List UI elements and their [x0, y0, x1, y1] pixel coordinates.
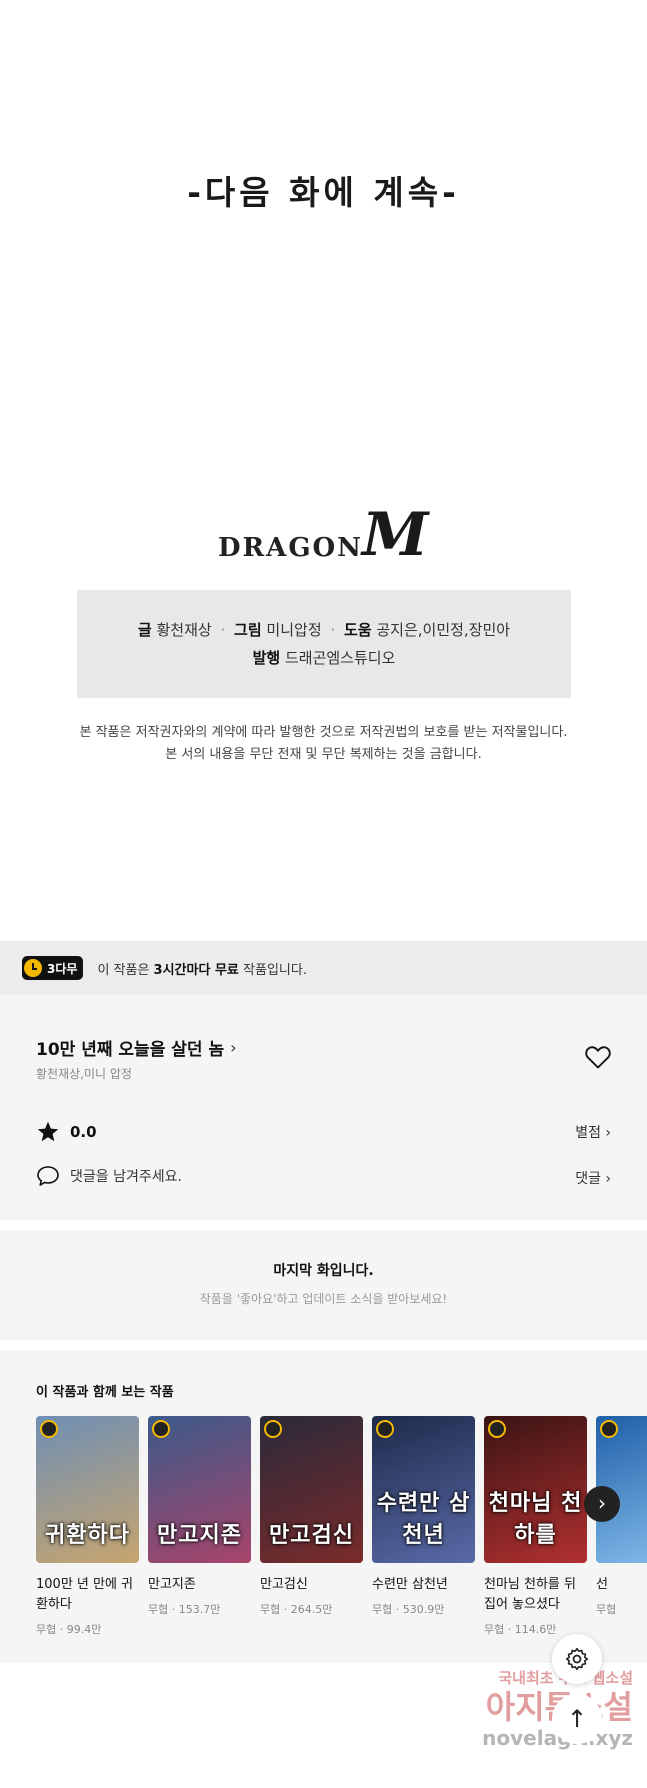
logo-m-glyph: M [362, 500, 429, 570]
artist-name: 미니압정 [266, 621, 322, 639]
card-meta: 무협 · 530.9만 [372, 1603, 445, 1616]
cover-caption: 귀환하다 [45, 1523, 130, 1548]
card-meta: 무협 · 153.7만 [148, 1603, 221, 1616]
free-banner-text: 이 작품은 3시간마다 무료 작품입니다. [97, 959, 307, 978]
writer-label: 글 [137, 621, 152, 639]
scroll-top-button[interactable]: ↑ [552, 1694, 602, 1744]
comment-row[interactable]: 댓글을 남겨주세요. [36, 1165, 182, 1187]
assist-label: 도움 [343, 621, 372, 639]
copyright-line-1: 본 작품은 저작권자와의 계약에 따라 발행한 것으로 저작권법의 보호를 받는… [79, 725, 568, 740]
card-title: 선 [596, 1577, 608, 1592]
separator: · [220, 621, 226, 639]
free-text-suffix: 작품입니다. [238, 962, 307, 978]
rating-row: 0.0 [36, 1120, 97, 1144]
settings-button[interactable] [552, 1634, 602, 1684]
recommendation-card[interactable]: 만고검신 만고검신 무협 · 264.5만 [260, 1416, 363, 1617]
clock-icon [600, 1420, 618, 1438]
cover-image: 만고검신 [260, 1416, 363, 1563]
assist-names: 공지은,이민정,장민아 [376, 621, 511, 639]
rating-value: 0.0 [70, 1123, 97, 1141]
cover-caption: 수련만 삼천년 [376, 1491, 471, 1548]
card-title: 만고지존 [148, 1577, 196, 1592]
watermark: 국내최초 무료 웹소설 아지툰소설 novelagit.xyz [440, 1668, 647, 1750]
credits-line-1: 글 황천재상 · 그림 미니압정 · 도움 공지은,이민정,장민아 [77, 616, 571, 644]
recommendation-card[interactable]: 수련만 삼천년 수련만 삼천년 무협 · 530.9만 [372, 1416, 475, 1617]
recommendations-heading: 이 작품과 함께 보는 작품 [36, 1385, 174, 1400]
card-meta: 무협 [596, 1603, 617, 1616]
section-divider [0, 1340, 647, 1350]
clock-icon [40, 1420, 58, 1438]
recommendation-card[interactable]: 천마님 천하를 천마님 천하를 뒤집어 놓으셨다 무협 · 114.6만 [484, 1416, 587, 1636]
free-banner: 3다무 이 작품은 3시간마다 무료 작품입니다. [0, 941, 647, 995]
logo-wordmark: DRAGON [218, 533, 363, 563]
watermark-line-1: 국내최초 무료 웹소설 [498, 1669, 633, 1687]
gear-icon [565, 1647, 589, 1671]
clock-icon [376, 1420, 394, 1438]
episode-end-panel: -다음 화에 계속- DRAGON M 글 황천재상 · 그림 미니압정 · 도… [0, 0, 647, 940]
copyright-notice: 본 작품은 저작권자와의 계약에 따라 발행한 것으로 저작권법의 보호를 받는… [0, 722, 647, 766]
card-title: 천마님 천하를 뒤집어 놓으셨다 [484, 1577, 576, 1612]
publisher-logo: DRAGON M [218, 505, 428, 565]
comment-placeholder: 댓글을 남겨주세요. [70, 1169, 182, 1185]
cover-image: 만고지존 [148, 1416, 251, 1563]
free-text-bold: 3시간마다 무료 [153, 962, 239, 978]
separator: · [330, 621, 336, 639]
recommendation-card[interactable]: 만고지존 만고지존 무협 · 153.7만 [148, 1416, 251, 1617]
carousel-next-button[interactable]: › [584, 1486, 620, 1522]
cover-caption: 만고검신 [269, 1523, 354, 1548]
chevron-right-icon: › [230, 1038, 237, 1057]
card-title: 만고검신 [260, 1577, 308, 1592]
credits-box: 글 황천재상 · 그림 미니압정 · 도움 공지은,이민정,장민아 발행 드래곤… [77, 590, 571, 698]
card-meta: 무협 · 264.5만 [260, 1603, 333, 1616]
cover-image: 천마님 천하를 [484, 1416, 587, 1563]
star-icon [37, 1121, 59, 1142]
artist-label: 그림 [234, 621, 262, 639]
work-authors: 황천재상,미니 압정 [36, 1067, 132, 1081]
publisher-label: 발행 [252, 649, 281, 667]
clock-icon [24, 959, 42, 977]
clock-icon [488, 1420, 506, 1438]
work-title: 10만 년째 오늘을 살던 놈 [36, 1040, 225, 1060]
rating-link[interactable]: 별점 › [575, 1122, 611, 1142]
clock-icon [264, 1420, 282, 1438]
card-meta: 무협 · 99.4만 [36, 1623, 102, 1636]
continue-text: -다음 화에 계속- [187, 173, 460, 212]
last-episode-subtitle: 작품을 '좋아요'하고 업데이트 소식을 받아보세요! [199, 1292, 448, 1306]
cover-caption: 천마님 천하를 [488, 1491, 583, 1548]
comment-link[interactable]: 댓글 › [575, 1168, 611, 1188]
card-title: 100만 년 만에 귀환하다 [36, 1577, 134, 1612]
work-title-link[interactable]: 10만 년째 오늘을 살던 놈 › [36, 1035, 237, 1060]
recommendations-carousel: 귀환하다 100만 년 만에 귀환하다 무협 · 99.4만 만고지존 만고지존… [36, 1416, 647, 1636]
section-divider [0, 1220, 647, 1230]
cover-image: 귀환하다 [36, 1416, 139, 1563]
free-text-prefix: 이 작품은 [97, 962, 154, 978]
last-episode-title: 마지막 화입니다. [273, 1263, 374, 1279]
recommendation-card[interactable]: 귀환하다 100만 년 만에 귀환하다 무협 · 99.4만 [36, 1416, 139, 1636]
watermark-line-3: novelagit.xyz [482, 1726, 633, 1750]
writer-name: 황천재상 [156, 621, 212, 639]
watermark-line-2: 아지툰소설 [440, 1688, 633, 1726]
last-episode-notice: 마지막 화입니다. 작품을 '좋아요'하고 업데이트 소식을 받아보세요! [0, 1260, 647, 1307]
speech-bubble-icon [37, 1166, 59, 1186]
credits-line-2: 발행 드래곤엠스튜디오 [77, 644, 571, 672]
cover-caption: 만고지존 [157, 1523, 242, 1548]
copyright-line-2: 본 서의 내용을 무단 전재 및 무단 복제하는 것을 금합니다. [165, 747, 482, 762]
publisher-name: 드래곤엠스튜디오 [284, 649, 396, 667]
card-title: 수련만 삼천년 [372, 1577, 448, 1592]
cover-image: 수련만 삼천년 [372, 1416, 475, 1563]
heart-icon[interactable] [584, 1044, 612, 1070]
clock-icon [152, 1420, 170, 1438]
free-badge-label: 3다무 [47, 961, 78, 976]
free-badge: 3다무 [22, 956, 84, 980]
